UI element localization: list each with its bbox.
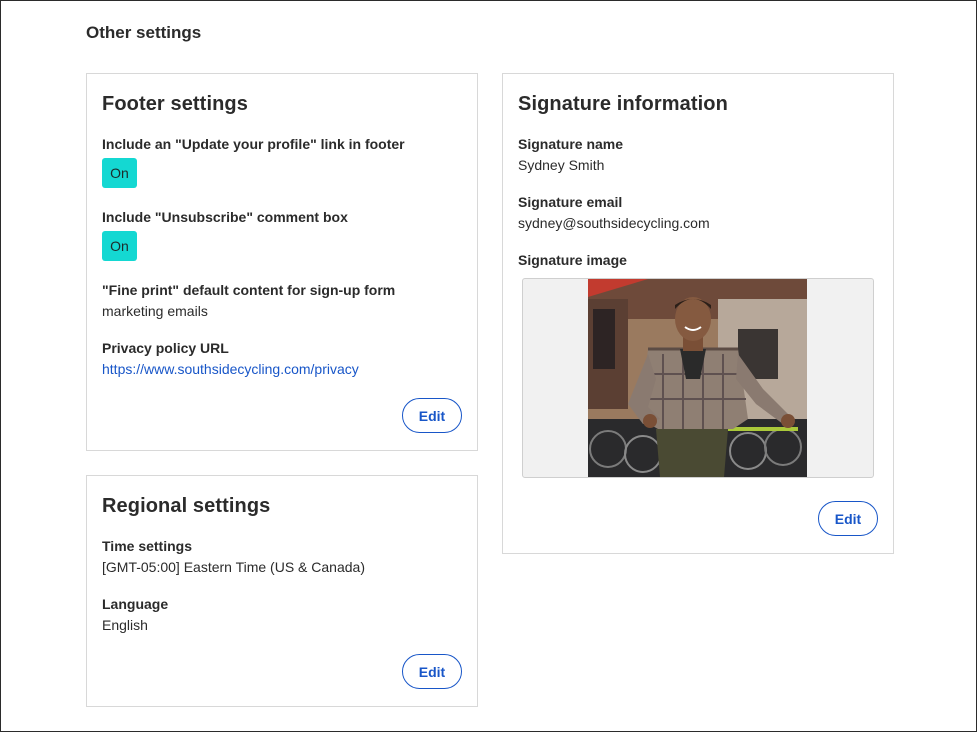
fine-print-value: marketing emails: [102, 303, 208, 319]
footer-settings-card: Footer settings Include an "Update your …: [86, 73, 478, 451]
signature-information-title: Signature information: [518, 93, 728, 115]
signature-photo: [588, 279, 807, 477]
unsubscribe-toggle[interactable]: On: [102, 231, 137, 261]
signature-email-label: Signature email: [518, 194, 623, 210]
time-settings-label: Time settings: [102, 538, 192, 554]
regional-settings-title: Regional settings: [102, 495, 271, 517]
language-value: English: [102, 617, 148, 633]
regional-settings-card: Regional settings Time settings [GMT-05:…: [86, 475, 478, 707]
language-label: Language: [102, 596, 169, 612]
signature-image-label: Signature image: [518, 252, 627, 268]
settings-page: Other settings Footer settings Include a…: [0, 0, 977, 732]
signature-image-frame: [522, 278, 874, 478]
unsubscribe-label: Include "Unsubscribe" comment box: [102, 209, 348, 225]
privacy-url-label: Privacy policy URL: [102, 340, 229, 356]
update-profile-toggle[interactable]: On: [102, 158, 137, 188]
footer-settings-title: Footer settings: [102, 93, 248, 115]
fine-print-label: "Fine print" default content for sign-up…: [102, 282, 396, 298]
privacy-url-link[interactable]: https://www.southsidecycling.com/privacy: [102, 361, 359, 377]
signature-edit-button[interactable]: Edit: [818, 501, 878, 536]
signature-name-value: Sydney Smith: [518, 157, 605, 173]
signature-name-label: Signature name: [518, 136, 624, 152]
time-settings-value: [GMT-05:00] Eastern Time (US & Canada): [102, 559, 365, 575]
signature-email-value: sydney@southsidecycling.com: [518, 215, 710, 231]
update-profile-label: Include an "Update your profile" link in…: [102, 136, 405, 152]
signature-information-card: Signature information Signature name Syd…: [502, 73, 894, 554]
regional-edit-button[interactable]: Edit: [402, 654, 462, 689]
footer-edit-button[interactable]: Edit: [402, 398, 462, 433]
page-title: Other settings: [86, 23, 202, 42]
